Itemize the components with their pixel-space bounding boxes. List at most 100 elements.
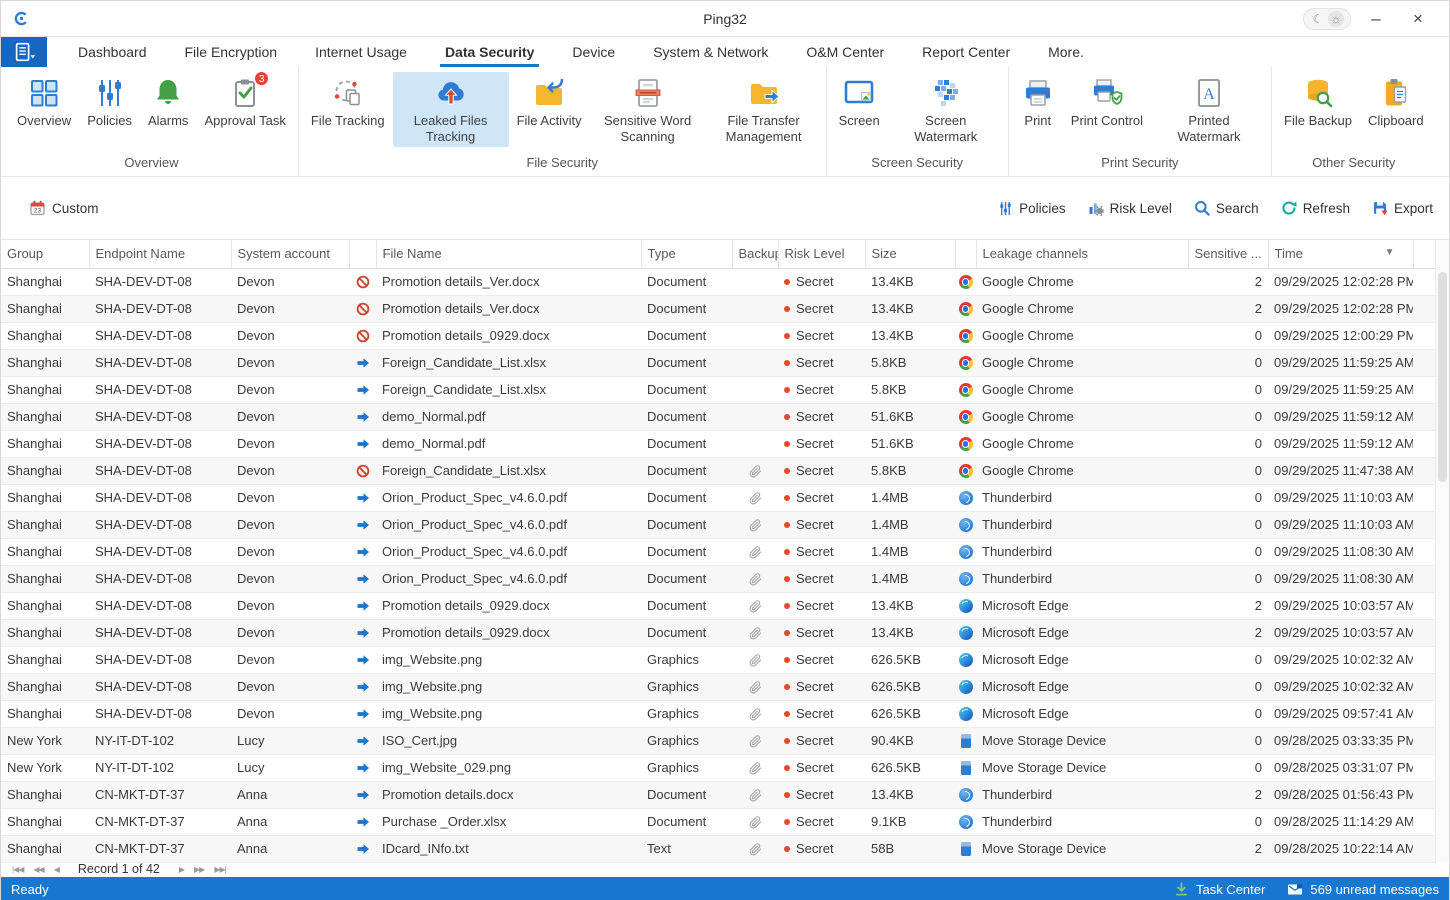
ribbon-print-button[interactable]: Print <box>1013 72 1063 131</box>
close-button[interactable]: × <box>1401 6 1435 32</box>
risk-dot-icon <box>784 414 790 420</box>
table-row[interactable]: ShanghaiSHA-DEV-DT-08DevonPromotion deta… <box>1 322 1437 349</box>
cell-spacer <box>1413 727 1437 754</box>
ribbon-file-backup-button[interactable]: File Backup <box>1276 72 1360 131</box>
cell-spacer <box>1413 322 1437 349</box>
ribbon-screen-watermark-button[interactable]: Screen Watermark <box>888 72 1004 147</box>
table-row[interactable]: New YorkNY-IT-DT-102Lucyimg_Website_029.… <box>1 754 1437 781</box>
col-header-group[interactable]: Group <box>1 240 89 268</box>
unread-messages-button[interactable]: 569 unread messages <box>1287 882 1439 897</box>
table-row[interactable]: ShanghaiCN-MKT-DT-37AnnaPurchase _Order.… <box>1 808 1437 835</box>
table-row[interactable]: ShanghaiSHA-DEV-DT-08Devonimg_Website.pn… <box>1 673 1437 700</box>
cell-leakage-channel: Thunderbird <box>976 808 1188 835</box>
table-row[interactable]: ShanghaiSHA-DEV-DT-08DevonForeign_Candid… <box>1 376 1437 403</box>
table-row[interactable]: ShanghaiCN-MKT-DT-37AnnaIDcard_INfo.txtT… <box>1 835 1437 862</box>
cell-action-icon <box>349 673 376 700</box>
app-menu-button[interactable] <box>1 37 47 67</box>
risk-dot-icon <box>784 576 790 582</box>
refresh-button[interactable]: Refresh <box>1281 200 1350 216</box>
ribbon-screen-button[interactable]: Screen <box>831 72 888 131</box>
tab-dashboard[interactable]: Dashboard <box>59 37 166 67</box>
custom-date-button[interactable]: 23 Custom <box>29 200 99 216</box>
tab-system-network[interactable]: System & Network <box>634 37 787 67</box>
cell-group: Shanghai <box>1 430 89 457</box>
tab-om-center[interactable]: O&M Center <box>787 37 903 67</box>
table-row[interactable]: ShanghaiSHA-DEV-DT-08DevonPromotion deta… <box>1 592 1437 619</box>
col-header-leakage-channels[interactable]: Leakage channels <box>976 240 1188 268</box>
table-row[interactable]: ShanghaiSHA-DEV-DT-08Devondemo_Normal.pd… <box>1 403 1437 430</box>
cell-action-icon <box>349 457 376 484</box>
sort-descending-icon[interactable]: ▼ <box>1385 247 1395 258</box>
prev-record-button[interactable]: ◀ <box>54 865 59 874</box>
ribbon-policies-button[interactable]: Policies <box>79 72 140 131</box>
ribbon-clipboard-button[interactable]: Clipboard <box>1360 72 1432 131</box>
moon-icon[interactable]: ☾ <box>1310 11 1326 27</box>
next-record-button[interactable]: ▶ <box>179 865 184 874</box>
cell-time: 09/29/2025 10:03:57 AM <box>1268 592 1413 619</box>
ribbon-printed-watermark-button[interactable]: A Printed Watermark <box>1151 72 1267 147</box>
blocked-icon <box>356 464 370 478</box>
table-row[interactable]: ShanghaiSHA-DEV-DT-08DevonForeign_Candid… <box>1 457 1437 484</box>
cell-file-name: Orion_Product_Spec_v4.6.0.pdf <box>376 484 641 511</box>
table-row[interactable]: ShanghaiSHA-DEV-DT-08DevonPromotion deta… <box>1 619 1437 646</box>
minimize-button[interactable]: – <box>1359 6 1393 32</box>
cell-type: Document <box>641 349 732 376</box>
ribbon-sensitive-word-scanning-button[interactable]: Sensitive Word Scanning <box>590 72 706 147</box>
col-header-file-name[interactable]: File Name <box>376 240 641 268</box>
table-row[interactable]: ShanghaiSHA-DEV-DT-08DevonOrion_Product_… <box>1 484 1437 511</box>
theme-toggle[interactable]: ☾ ☼ <box>1303 8 1351 30</box>
ribbon-alarms-button[interactable]: Alarms <box>140 72 196 131</box>
table-row[interactable]: ShanghaiSHA-DEV-DT-08DevonOrion_Product_… <box>1 538 1437 565</box>
export-button[interactable]: Export <box>1372 200 1433 216</box>
vertical-scrollbar[interactable] <box>1435 240 1449 862</box>
col-header-backup[interactable]: Backup <box>732 240 778 268</box>
col-header-time[interactable]: Time▼ <box>1268 240 1413 268</box>
risk-level-button[interactable]: Risk Level <box>1088 200 1172 216</box>
tab-internet-usage[interactable]: Internet Usage <box>296 37 426 67</box>
col-header-system-account[interactable]: System account <box>231 240 349 268</box>
ribbon-file-tracking-button[interactable]: File Tracking <box>303 72 393 131</box>
first-record-button[interactable]: |◀◀ <box>12 865 23 874</box>
ribbon-approval-task-button[interactable]: 3 Approval Task <box>196 72 293 131</box>
table-row[interactable]: ShanghaiSHA-DEV-DT-08DevonOrion_Product_… <box>1 511 1437 538</box>
table-row[interactable]: ShanghaiSHA-DEV-DT-08DevonForeign_Candid… <box>1 349 1437 376</box>
tab-report-center[interactable]: Report Center <box>903 37 1029 67</box>
table-row[interactable]: New YorkNY-IT-DT-102LucyISO_Cert.jpgGrap… <box>1 727 1437 754</box>
ribbon-overview-button[interactable]: Overview <box>9 72 79 131</box>
tab-file-encryption[interactable]: File Encryption <box>166 37 297 67</box>
table-row[interactable]: ShanghaiSHA-DEV-DT-08Devondemo_Normal.pd… <box>1 430 1437 457</box>
folder-activity-icon <box>532 76 566 110</box>
table-row[interactable]: ShanghaiCN-MKT-DT-37AnnaPromotion detail… <box>1 781 1437 808</box>
table-row[interactable]: ShanghaiSHA-DEV-DT-08Devonimg_Website.pn… <box>1 700 1437 727</box>
table-row[interactable]: ShanghaiSHA-DEV-DT-08DevonOrion_Product_… <box>1 565 1437 592</box>
chrome-icon <box>959 356 973 370</box>
prev-page-button[interactable]: ◀◀ <box>33 865 43 874</box>
tab-device[interactable]: Device <box>553 37 634 67</box>
risk-dot-icon <box>784 765 790 771</box>
col-header-file-icon[interactable] <box>349 240 376 268</box>
task-center-button[interactable]: Task Center <box>1174 882 1265 897</box>
col-header-endpoint-name[interactable]: Endpoint Name <box>89 240 231 268</box>
tab-more[interactable]: More. <box>1029 37 1103 67</box>
last-record-button[interactable]: ▶▶| <box>214 865 225 874</box>
cell-action-icon <box>349 808 376 835</box>
table-row[interactable]: ShanghaiSHA-DEV-DT-08Devonimg_Website.pn… <box>1 646 1437 673</box>
next-page-button[interactable]: ▶▶ <box>194 865 204 874</box>
table-row[interactable]: ShanghaiSHA-DEV-DT-08DevonPromotion deta… <box>1 268 1437 295</box>
col-header-risk-level[interactable]: Risk Level <box>778 240 865 268</box>
svg-text:23: 23 <box>34 208 42 215</box>
ribbon-print-control-button[interactable]: Print Control <box>1063 72 1151 131</box>
ribbon-file-transfer-management-button[interactable]: File Transfer Management <box>706 72 822 147</box>
sun-icon[interactable]: ☼ <box>1328 11 1344 27</box>
policies-button[interactable]: Policies <box>998 201 1066 216</box>
tab-data-security[interactable]: Data Security <box>426 37 553 67</box>
ribbon-leaked-files-tracking-button[interactable]: Leaked Files Tracking <box>393 72 509 147</box>
col-header-sensitive[interactable]: Sensitive ... <box>1188 240 1268 268</box>
col-header-type[interactable]: Type <box>641 240 732 268</box>
col-header-channel-icon[interactable] <box>955 240 976 268</box>
table-row[interactable]: ShanghaiSHA-DEV-DT-08DevonPromotion deta… <box>1 295 1437 322</box>
col-header-size[interactable]: Size <box>865 240 955 268</box>
search-button[interactable]: Search <box>1194 200 1259 216</box>
ribbon-file-activity-button[interactable]: File Activity <box>509 72 590 131</box>
scrollbar-thumb[interactable] <box>1438 272 1447 482</box>
